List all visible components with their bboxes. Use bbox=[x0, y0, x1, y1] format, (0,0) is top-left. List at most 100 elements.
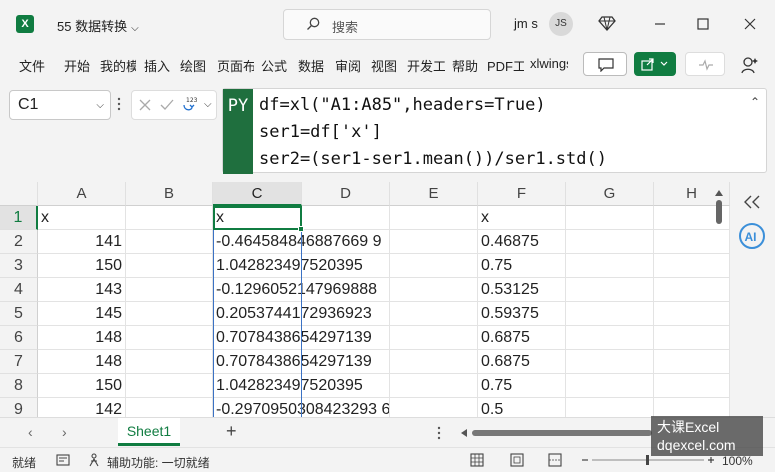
cell-d6[interactable] bbox=[302, 326, 390, 350]
cell-f1[interactable]: x bbox=[478, 206, 566, 230]
more-vertical-icon[interactable] bbox=[117, 96, 121, 112]
cell-b6[interactable] bbox=[126, 326, 213, 350]
zoom-level[interactable]: 100% bbox=[722, 454, 753, 468]
cell-f9[interactable]: 0.5 bbox=[478, 398, 566, 417]
tab-view[interactable]: 视图 bbox=[371, 56, 401, 75]
tab-pdf-tools[interactable]: PDF工具 bbox=[487, 56, 524, 75]
tab-page-layout[interactable]: 页面布局 bbox=[217, 56, 254, 75]
cell-a2[interactable]: 141 bbox=[38, 230, 126, 254]
close-icon[interactable] bbox=[735, 10, 765, 38]
cell-g7[interactable] bbox=[566, 350, 654, 374]
column-header-a[interactable]: A bbox=[38, 182, 126, 206]
tab-insert[interactable]: 插入 bbox=[144, 56, 174, 75]
cell-d9[interactable] bbox=[302, 398, 390, 417]
cell-f6[interactable]: 0.6875 bbox=[478, 326, 566, 350]
accessibility-status[interactable]: 辅助功能: 一切就绪 bbox=[107, 454, 210, 471]
comments-button[interactable] bbox=[583, 52, 627, 76]
row-header[interactable]: 6 bbox=[0, 326, 38, 350]
cell-f7[interactable]: 0.6875 bbox=[478, 350, 566, 374]
next-sheet-icon[interactable]: › bbox=[62, 424, 67, 440]
horizontal-scrollbar[interactable] bbox=[460, 427, 670, 439]
cell-d3[interactable] bbox=[302, 254, 390, 278]
tab-data[interactable]: 数据 bbox=[298, 56, 328, 75]
cell-f5[interactable]: 0.59375 bbox=[478, 302, 566, 326]
tab-home[interactable]: 开始 bbox=[64, 56, 94, 75]
user-name[interactable]: jm s bbox=[514, 16, 538, 31]
cell-e2[interactable] bbox=[390, 230, 478, 254]
cell-a9[interactable]: 142 bbox=[38, 398, 126, 417]
cell-b5[interactable] bbox=[126, 302, 213, 326]
search-box[interactable]: 搜索 bbox=[283, 9, 491, 40]
cell-f2[interactable]: 0.46875 bbox=[478, 230, 566, 254]
maximize-icon[interactable] bbox=[688, 10, 718, 38]
cell-d4[interactable] bbox=[302, 278, 390, 302]
document-title[interactable]: 55 数据转换 ⌵ bbox=[57, 16, 139, 35]
vertical-scrollbar[interactable] bbox=[714, 190, 724, 415]
tab-review[interactable]: 审阅 bbox=[335, 56, 365, 75]
cell-mode-icon[interactable] bbox=[56, 453, 70, 467]
cell-b1[interactable] bbox=[126, 206, 213, 230]
formula-editor[interactable]: PY df=xl("A1:A85",headers=True) ser1=df[… bbox=[222, 88, 767, 174]
row-header[interactable]: 4 bbox=[0, 278, 38, 302]
cell-g3[interactable] bbox=[566, 254, 654, 278]
cell-a3[interactable]: 150 bbox=[38, 254, 126, 278]
cell-d7[interactable] bbox=[302, 350, 390, 374]
cell-e8[interactable] bbox=[390, 374, 478, 398]
row-header[interactable]: 5 bbox=[0, 302, 38, 326]
diamond-icon[interactable] bbox=[598, 14, 616, 32]
cell-a7[interactable]: 148 bbox=[38, 350, 126, 374]
page-layout-view-icon[interactable] bbox=[510, 453, 524, 467]
collapse-formula-bar-icon[interactable]: ⌃ bbox=[750, 95, 760, 109]
minimize-icon[interactable] bbox=[645, 10, 675, 38]
cancel-icon[interactable] bbox=[138, 98, 152, 112]
name-box[interactable]: C1 ⌵ bbox=[9, 90, 111, 120]
collapse-pane-icon[interactable] bbox=[742, 194, 762, 210]
row-header[interactable]: 3 bbox=[0, 254, 38, 278]
cell-e3[interactable] bbox=[390, 254, 478, 278]
tab-help[interactable]: 帮助 bbox=[452, 56, 482, 75]
cell-d8[interactable] bbox=[302, 374, 390, 398]
cell-g5[interactable] bbox=[566, 302, 654, 326]
enter-check-icon[interactable] bbox=[159, 98, 175, 112]
cell-d5[interactable] bbox=[302, 302, 390, 326]
add-sheet-button[interactable]: + bbox=[226, 421, 237, 442]
tab-my-templates[interactable]: 我的模板 bbox=[100, 56, 136, 75]
page-break-view-icon[interactable] bbox=[548, 453, 562, 467]
chevron-down-icon[interactable]: ⌵ bbox=[204, 99, 212, 110]
accessibility-icon[interactable] bbox=[88, 453, 104, 467]
column-header-b[interactable]: B bbox=[126, 182, 213, 206]
cell-f3[interactable]: 0.75 bbox=[478, 254, 566, 278]
cell-b2[interactable] bbox=[126, 230, 213, 254]
spreadsheet-grid[interactable]: A B C D E F G H 1 x x x 2 141 -0.4645848468876… bbox=[0, 182, 730, 417]
fill-handle[interactable] bbox=[298, 226, 304, 232]
normal-view-icon[interactable] bbox=[470, 453, 484, 467]
cell-e4[interactable] bbox=[390, 278, 478, 302]
cell-g9[interactable] bbox=[566, 398, 654, 417]
row-header[interactable]: 1 bbox=[0, 206, 38, 230]
cell-b4[interactable] bbox=[126, 278, 213, 302]
cell-b7[interactable] bbox=[126, 350, 213, 374]
row-header[interactable]: 9 bbox=[0, 398, 38, 417]
cell-a5[interactable]: 145 bbox=[38, 302, 126, 326]
activity-button[interactable] bbox=[685, 52, 725, 76]
copilot-icon[interactable] bbox=[740, 55, 760, 75]
column-header-g[interactable]: G bbox=[566, 182, 654, 206]
cell-g1[interactable] bbox=[566, 206, 654, 230]
column-header-d[interactable]: D bbox=[302, 182, 390, 206]
avatar[interactable]: JS bbox=[549, 12, 573, 36]
cell-e7[interactable] bbox=[390, 350, 478, 374]
select-all-corner[interactable] bbox=[0, 182, 38, 206]
tab-developer[interactable]: 开发工具 bbox=[407, 56, 445, 75]
more-vertical-icon[interactable] bbox=[437, 426, 441, 440]
cell-d1[interactable] bbox=[302, 206, 390, 230]
sheet-tab-sheet1[interactable]: Sheet1 bbox=[118, 418, 180, 446]
cell-b3[interactable] bbox=[126, 254, 213, 278]
cell-a6[interactable]: 148 bbox=[38, 326, 126, 350]
cell-e5[interactable] bbox=[390, 302, 478, 326]
cell-a8[interactable]: 150 bbox=[38, 374, 126, 398]
share-button[interactable] bbox=[634, 52, 676, 76]
column-header-c[interactable]: C bbox=[213, 182, 302, 206]
ai-assistant-icon[interactable]: AI bbox=[738, 222, 766, 250]
cell-f4[interactable]: 0.53125 bbox=[478, 278, 566, 302]
row-header[interactable]: 8 bbox=[0, 374, 38, 398]
